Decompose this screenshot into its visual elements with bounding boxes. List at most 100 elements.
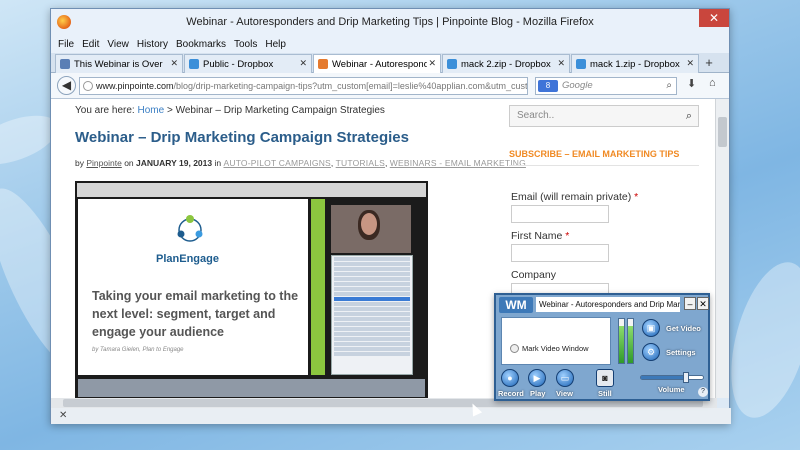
menu-tools[interactable]: Tools [234,37,257,53]
record-button[interactable]: ● [501,369,519,387]
list-item [334,277,410,281]
tab-close-icon[interactable]: ✕ [428,58,436,69]
presentation-slide: PlanEngage Taking your email marketing t… [78,199,308,375]
window-close-button[interactable]: ✕ [699,9,729,27]
menu-edit[interactable]: Edit [82,37,99,53]
breadcrumb-separator: > [166,105,173,116]
menu-history[interactable]: History [137,37,168,53]
tab-webinar-autoresponders[interactable]: Webinar - Autoresponders ... ✕ [313,54,441,73]
search-icon[interactable]: ⌕ [666,78,672,94]
blog-search-placeholder: Search.. [517,110,555,121]
menu-help[interactable]: Help [265,37,286,53]
breadcrumb: You are here: Home > Webinar – Drip Mark… [75,105,385,116]
mark-video-window-radio[interactable] [510,344,519,353]
vertical-scrollbar[interactable] [715,99,729,398]
plan-to-engage-logo-icon [177,215,203,242]
author-link[interactable]: Pinpointe [86,158,121,168]
scrollbar-thumb[interactable] [718,117,727,147]
url-domain: www.pinpointe.com [96,81,174,91]
list-item [334,297,410,301]
list-item [334,347,410,351]
list-item [334,352,410,356]
list-item [334,282,410,286]
first-name-field[interactable] [511,244,609,262]
status-close-icon[interactable]: ✕ [59,410,67,421]
presenter-face [361,213,377,235]
menu-file[interactable]: File [58,37,74,53]
window-title: Webinar - Autoresponders and Drip Market… [186,16,594,28]
wm-logo: WM [499,297,533,313]
back-button[interactable]: ◀ [57,76,76,95]
play-button[interactable]: ▶ [528,369,546,387]
first-name-label: First Name * [511,230,570,242]
new-tab-button[interactable]: + [700,54,718,73]
tab-mack-2[interactable]: mack 2.zip - Dropbox ✕ [442,54,570,73]
volume-slider[interactable] [640,372,704,383]
url-bar[interactable]: www.pinpointe.com/blog/drip-marketing-ca… [79,77,528,95]
wm-video-area: Mark Video Window [501,317,611,365]
settings-label[interactable]: Settings [666,348,696,357]
tab-close-icon[interactable]: ✕ [557,58,565,69]
category-link-autopilot[interactable]: AUTO-PILOT CAMPAIGNS [223,158,330,168]
slide-logo-text: PlanEngage [156,253,219,265]
list-item [334,312,410,316]
volume-slider-handle[interactable] [682,372,689,383]
wm-capture-window: WM Webinar - Autoresponders and Drip Mar… [494,293,710,401]
download-icon[interactable]: ⬇ [687,77,696,90]
byline-in: in [214,158,222,168]
category-link-tutorials[interactable]: TUTORIALS [336,158,385,168]
post-byline: by Pinpointe on JANUARY 19, 2013 in AUTO… [75,158,526,168]
view-label[interactable]: View [556,389,573,398]
volume-slider-fill [641,376,686,379]
tab-close-icon[interactable]: ✕ [686,58,694,69]
list-item [334,342,410,346]
get-video-label[interactable]: Get Video [666,324,701,333]
list-item [334,292,410,296]
list-item [334,307,410,311]
mark-video-window-option[interactable]: Mark Video Window [510,344,589,353]
home-icon[interactable]: ⌂ [709,77,716,89]
audio-meter-left-fill [619,325,624,363]
wm-title-field[interactable]: Webinar - Autoresponders and Drip Market… [536,297,680,312]
navigation-bar: ◀ www.pinpointe.com/blog/drip-marketing-… [51,73,729,99]
record-label[interactable]: Record [498,389,524,398]
search-placeholder: Google [562,80,593,91]
post-title[interactable]: Webinar – Drip Marketing Campaign Strate… [75,129,409,146]
list-item [334,267,410,271]
wm-close-button[interactable]: ✕ [697,297,709,310]
list-item [334,337,410,341]
menu-view[interactable]: View [107,37,129,53]
tab-close-icon[interactable]: ✕ [299,58,307,69]
email-field[interactable] [511,205,609,223]
slide-byline: by Tamara Gielen, Plan to Engage [92,347,184,353]
webinar-video[interactable]: PlanEngage Taking your email marketing t… [75,181,428,398]
get-video-button[interactable]: ▣ [642,319,660,337]
tab-public-dropbox[interactable]: Public - Dropbox ✕ [184,54,312,73]
audio-meter-left [618,318,625,364]
wm-minimize-button[interactable]: – [684,297,696,310]
breadcrumb-current: Webinar – Drip Marketing Campaign Strate… [175,105,385,116]
google-icon[interactable]: 8 [538,80,558,92]
post-date: JANUARY 19, 2013 [136,158,213,168]
list-item [334,262,410,266]
view-button[interactable]: ▭ [556,369,574,387]
camera-icon[interactable]: ◙ [596,369,614,387]
menu-bookmarks[interactable]: Bookmarks [176,37,226,53]
search-bar[interactable]: 8 Google ⌕ [535,77,677,95]
video-app-toolbar [77,183,426,197]
still-label[interactable]: Still [598,389,612,398]
tab-close-icon[interactable]: ✕ [170,58,178,69]
tab-mack-1[interactable]: mack 1.zip - Dropbox ✕ [571,54,699,73]
category-link-webinars[interactable]: WEBINARS - EMAIL MARKETING [390,158,526,168]
list-item [334,302,410,306]
blog-search-input[interactable]: Search.. ⌕ [509,105,699,127]
search-icon[interactable]: ⌕ [686,106,692,126]
list-item [334,272,410,276]
tab-webinar-over[interactable]: This Webinar is Over ✕ [55,54,183,73]
help-icon[interactable]: ? [698,387,708,397]
breadcrumb-home-link[interactable]: Home [137,105,164,116]
settings-button[interactable]: ⚙ [642,343,660,361]
play-label[interactable]: Play [530,389,545,398]
attendee-list [331,255,413,375]
breadcrumb-prefix: You are here: [75,105,135,116]
